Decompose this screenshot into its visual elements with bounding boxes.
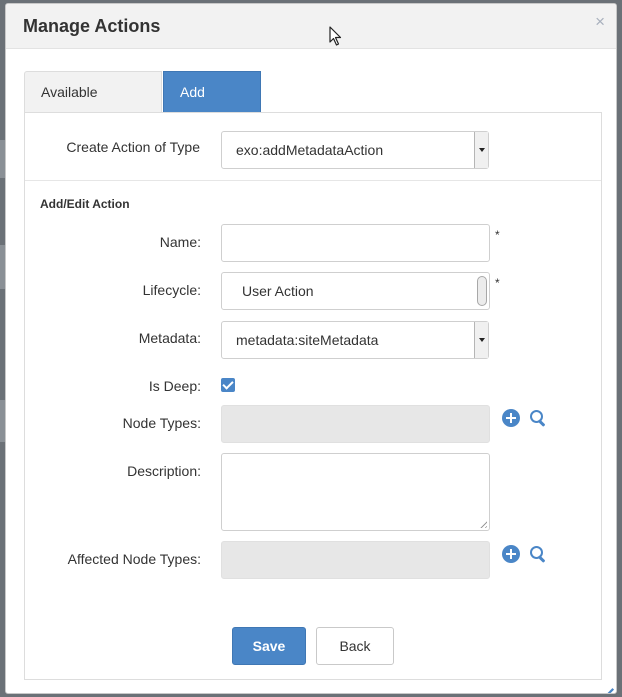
- save-button[interactable]: Save: [232, 627, 306, 665]
- tab-available-actions[interactable]: Available Actions: [24, 71, 162, 140]
- action-type-label: Create Action of Type: [66, 139, 200, 155]
- chevron-down-icon: [474, 132, 488, 168]
- action-type-row: Create Action of Type exo:addMetadataAct…: [25, 113, 601, 181]
- lifecycle-select[interactable]: User Action: [221, 272, 490, 310]
- add-affected-node-type-icon[interactable]: [502, 545, 520, 563]
- node-types-label: Node Types:: [122, 415, 201, 431]
- action-type-select[interactable]: exo:addMetadataAction: [221, 131, 489, 169]
- metadata-value: metadata:siteMetadata: [236, 332, 379, 348]
- action-tabs: Available Actions Add Action: [24, 71, 602, 140]
- affected-node-types-label: Affected Node Types:: [67, 551, 201, 567]
- textarea-resize-grip[interactable]: [478, 519, 487, 528]
- description-label: Description:: [127, 463, 201, 479]
- required-mark: *: [495, 276, 500, 290]
- search-affected-node-types-icon[interactable]: [529, 545, 547, 563]
- chevron-down-icon: [474, 322, 488, 358]
- name-label: Name:: [159, 234, 201, 250]
- add-node-type-icon[interactable]: [502, 409, 520, 427]
- description-textarea[interactable]: [221, 453, 490, 531]
- close-icon[interactable]: ×: [595, 13, 605, 30]
- dialog-header: Manage Actions ×: [6, 4, 616, 49]
- metadata-select[interactable]: metadata:siteMetadata: [221, 321, 489, 359]
- dialog-title: Manage Actions: [23, 16, 161, 36]
- search-node-types-icon[interactable]: [529, 409, 547, 427]
- add-action-panel: Create Action of Type exo:addMetadataAct…: [24, 112, 602, 680]
- metadata-label: Metadata:: [138, 330, 201, 346]
- name-input[interactable]: [221, 224, 490, 262]
- lifecycle-label: Lifecycle:: [142, 282, 201, 298]
- resize-grip-icon[interactable]: [598, 675, 614, 693]
- manage-actions-dialog: Manage Actions × Available Actions Add A…: [5, 3, 617, 694]
- node-types-input: [221, 405, 490, 443]
- is-deep-checkbox[interactable]: [221, 378, 235, 392]
- lifecycle-value: User Action: [242, 283, 314, 299]
- required-mark: *: [495, 228, 500, 242]
- affected-node-types-input: [221, 541, 490, 579]
- tab-add-action[interactable]: Add Action: [163, 71, 261, 140]
- scrollbar-thumb[interactable]: [477, 276, 487, 306]
- back-button[interactable]: Back: [316, 627, 394, 665]
- action-type-value: exo:addMetadataAction: [236, 142, 384, 158]
- section-title: Add/Edit Action: [40, 197, 130, 211]
- mouse-cursor-icon: [329, 26, 342, 46]
- is-deep-label: Is Deep:: [148, 378, 201, 394]
